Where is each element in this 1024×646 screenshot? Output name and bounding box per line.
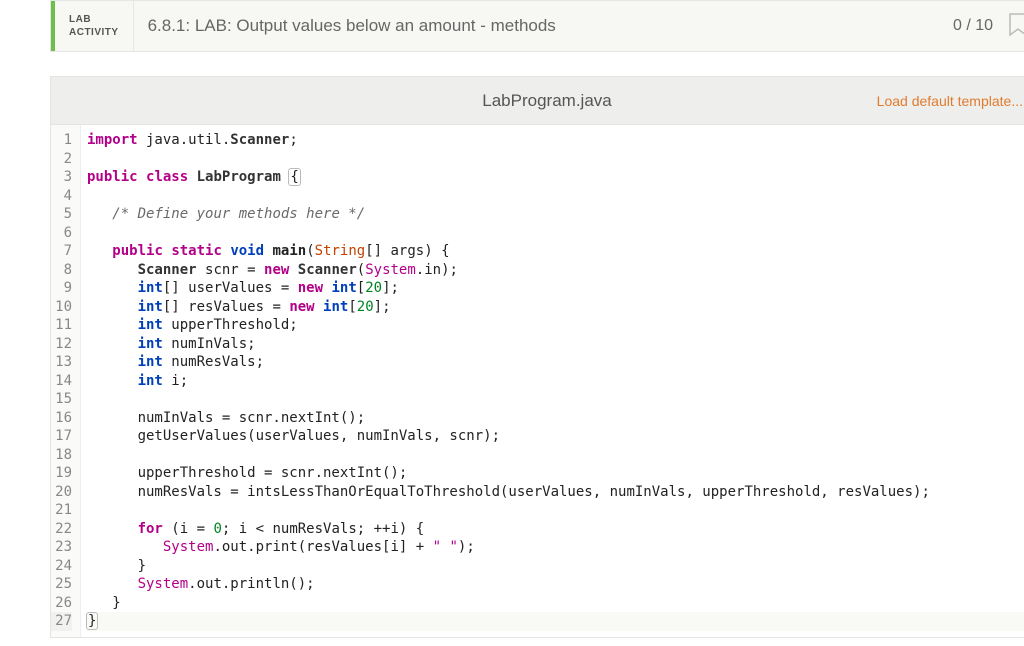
lab-activity-label: LAB ACTIVITY [55, 1, 134, 51]
code-line[interactable]: } [87, 612, 1024, 631]
code-line[interactable]: import java.util.Scanner; [87, 131, 1024, 150]
code-line[interactable]: public class LabProgram { [87, 168, 1024, 187]
line-number: 23 [51, 538, 72, 557]
file-bar: LabProgram.java Load default template... [50, 76, 1024, 124]
line-number: 18 [51, 446, 72, 465]
line-number: 27 [51, 612, 72, 631]
line-number: 8 [51, 261, 72, 280]
code-line[interactable] [87, 390, 1024, 409]
load-default-template-link[interactable]: Load default template... [877, 93, 1023, 109]
score-text: 0 / 10 [953, 17, 993, 35]
line-number: 24 [51, 557, 72, 576]
line-number: 2 [51, 150, 72, 169]
line-number: 10 [51, 298, 72, 317]
line-number: 12 [51, 335, 72, 354]
code-line[interactable]: Scanner scnr = new Scanner(System.in); [87, 261, 1024, 280]
code-line[interactable]: int numInVals; [87, 335, 1024, 354]
code-line[interactable]: } [87, 557, 1024, 576]
lab-header: LAB ACTIVITY 6.8.1: LAB: Output values b… [50, 0, 1024, 52]
line-number: 1 [51, 131, 72, 150]
line-number: 25 [51, 575, 72, 594]
code-line[interactable] [87, 187, 1024, 206]
code-line[interactable]: numInVals = scnr.nextInt(); [87, 409, 1024, 428]
code-line[interactable]: getUserValues(userValues, numInVals, scn… [87, 427, 1024, 446]
code-editor[interactable]: 1234567891011121314151617181920212223242… [50, 124, 1024, 638]
line-number: 14 [51, 372, 72, 391]
code-line[interactable]: System.out.print(resValues[i] + " "); [87, 538, 1024, 557]
lab-title: 6.8.1: LAB: Output values below an amoun… [134, 1, 953, 51]
line-number: 22 [51, 520, 72, 539]
code-line[interactable]: int[] userValues = new int[20]; [87, 279, 1024, 298]
code-line[interactable]: } [87, 594, 1024, 613]
code-line[interactable] [87, 501, 1024, 520]
line-number: 3 [51, 168, 72, 187]
code-line[interactable] [87, 150, 1024, 169]
code-line[interactable]: upperThreshold = scnr.nextInt(); [87, 464, 1024, 483]
line-number: 26 [51, 594, 72, 613]
code-line[interactable]: /* Define your methods here */ [87, 205, 1024, 224]
code-line[interactable] [87, 224, 1024, 243]
code-line[interactable]: numResVals = intsLessThanOrEqualToThresh… [87, 483, 1024, 502]
code-content[interactable]: import java.util.Scanner; public class La… [81, 125, 1024, 637]
code-line[interactable]: System.out.println(); [87, 575, 1024, 594]
bookmark-icon[interactable] [1007, 12, 1024, 40]
line-number: 19 [51, 464, 72, 483]
lab-line1: LAB [69, 13, 119, 26]
line-number: 20 [51, 483, 72, 502]
score-area: 0 / 10 [953, 1, 1024, 51]
code-line[interactable] [87, 446, 1024, 465]
code-line[interactable]: int i; [87, 372, 1024, 391]
line-number: 11 [51, 316, 72, 335]
lab-line2: ACTIVITY [69, 26, 119, 39]
line-number: 17 [51, 427, 72, 446]
code-line[interactable]: for (i = 0; i < numResVals; ++i) { [87, 520, 1024, 539]
code-line[interactable]: public static void main(String[] args) { [87, 242, 1024, 261]
line-number-gutter: 1234567891011121314151617181920212223242… [51, 125, 81, 637]
line-number: 4 [51, 187, 72, 206]
code-line[interactable]: int numResVals; [87, 353, 1024, 372]
line-number: 15 [51, 390, 72, 409]
code-line[interactable]: int[] resValues = new int[20]; [87, 298, 1024, 317]
line-number: 16 [51, 409, 72, 428]
line-number: 7 [51, 242, 72, 261]
line-number: 6 [51, 224, 72, 243]
line-number: 21 [51, 501, 72, 520]
line-number: 5 [51, 205, 72, 224]
line-number: 9 [51, 279, 72, 298]
line-number: 13 [51, 353, 72, 372]
code-line[interactable]: int upperThreshold; [87, 316, 1024, 335]
